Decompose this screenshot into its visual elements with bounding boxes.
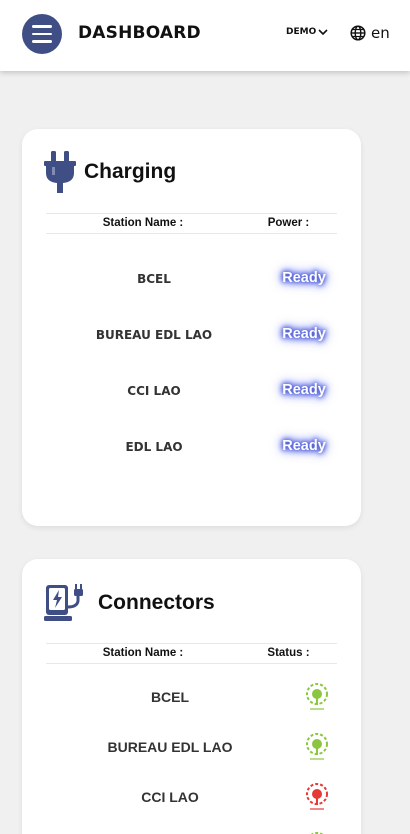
language-selector[interactable]: en <box>350 24 390 42</box>
charging-station-icon <box>44 584 83 621</box>
station-name: BUREAU EDL LAO <box>107 739 233 755</box>
hamburger-icon <box>32 25 52 28</box>
table-row[interactable]: BUREAU EDL LAO Ready <box>46 324 337 348</box>
table-row[interactable]: BCEL Ready <box>46 268 337 292</box>
account-dropdown[interactable]: DEMO <box>286 27 328 37</box>
menu-button[interactable] <box>22 14 62 54</box>
account-label: DEMO <box>286 27 317 37</box>
power-status: Ready <box>282 382 326 398</box>
column-header-station: Station Name : <box>102 647 184 659</box>
column-header-status: Status : <box>267 647 310 659</box>
column-header-power: Power : <box>267 217 310 229</box>
power-status: Ready <box>282 438 326 454</box>
charging-card: Charging Station Name : Power : BCEL Rea… <box>22 129 361 526</box>
table-row[interactable]: CCI LAO Ready <box>46 380 337 404</box>
chevron-down-icon <box>318 29 328 36</box>
hamburger-icon-bar <box>32 40 52 43</box>
station-name: CCI LAO <box>141 789 199 805</box>
station-name: BUREAU EDL LAO <box>95 328 213 342</box>
available-plug-icon <box>306 683 328 710</box>
language-label: en <box>371 24 390 42</box>
station-name: CCI LAO <box>127 384 181 398</box>
column-header-station: Station Name : <box>102 217 184 229</box>
table-row[interactable]: EDL LAO Ready <box>46 436 337 460</box>
globe-icon <box>350 25 366 41</box>
station-name: EDL LAO <box>125 440 183 454</box>
charging-table-header: Station Name : Power : <box>46 213 337 234</box>
connectors-card: Connectors Station Name : Status : BCEL … <box>22 559 361 834</box>
unavailable-plug-icon <box>306 783 328 810</box>
table-row[interactable]: CCI LAO <box>46 782 337 812</box>
charging-header: Charging <box>44 151 176 193</box>
connectors-header: Connectors <box>44 583 215 623</box>
table-row[interactable]: BUREAU EDL LAO <box>46 732 337 762</box>
hamburger-icon-bar <box>32 32 52 36</box>
table-row[interactable]: BCEL <box>46 682 337 712</box>
available-plug-icon <box>306 733 328 760</box>
plug-icon <box>44 151 76 193</box>
power-status: Ready <box>282 326 326 342</box>
station-name: BCEL <box>137 272 171 286</box>
power-status: Ready <box>282 270 326 286</box>
page-title: DASHBOARD <box>78 23 201 43</box>
station-name: BCEL <box>150 689 190 705</box>
charging-title: Charging <box>84 160 177 183</box>
top-bar: DASHBOARD DEMO en <box>0 0 410 71</box>
connectors-table-header: Station Name : Status : <box>46 643 337 664</box>
connectors-title: Connectors <box>98 591 215 614</box>
